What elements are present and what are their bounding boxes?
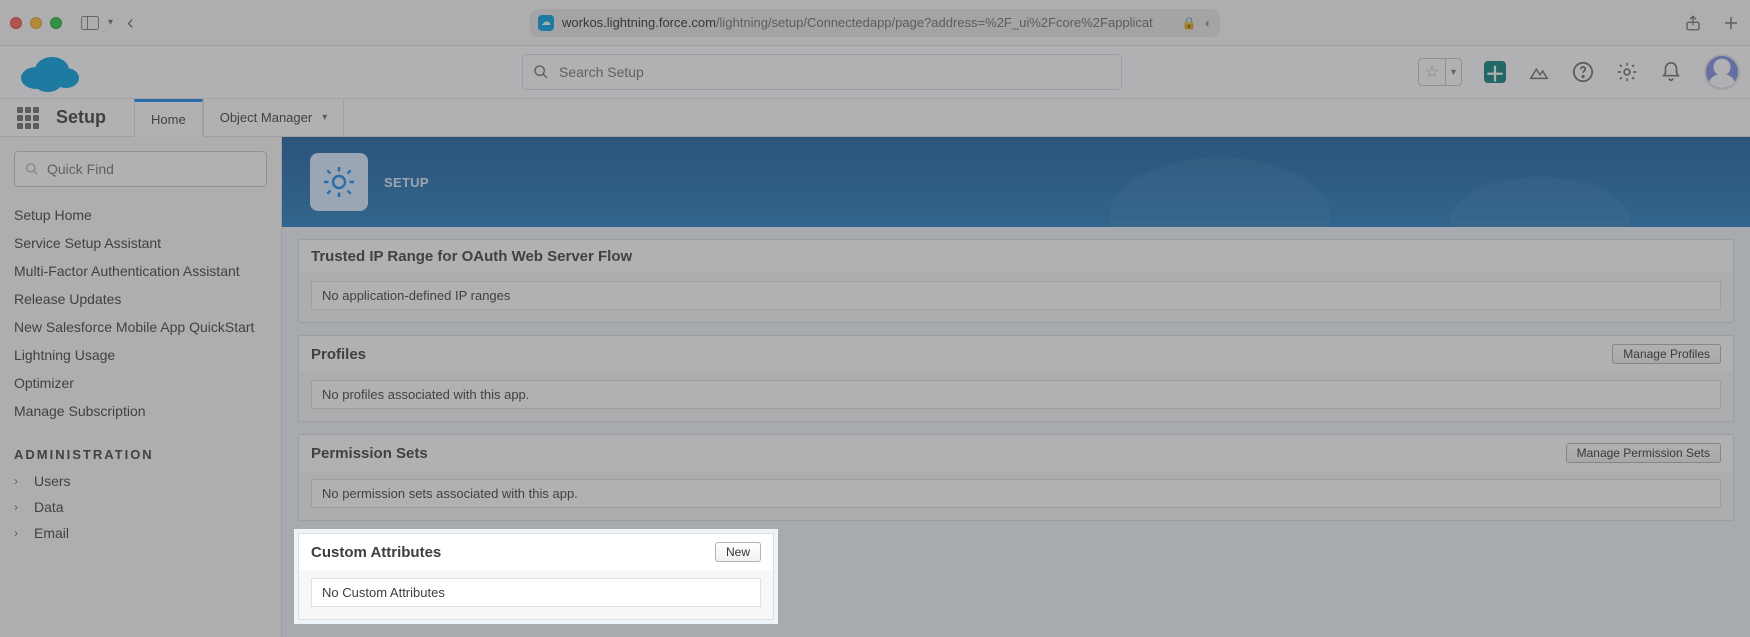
new-custom-attribute-button[interactable]: New <box>715 542 761 562</box>
sidebar-link-manage-subscription[interactable]: Manage Subscription <box>14 397 267 425</box>
page-header-banner: SETUP <box>282 137 1750 227</box>
notifications-bell-icon[interactable] <box>1660 61 1682 83</box>
nav-tab-object-manager[interactable]: Object Manager ▾ <box>203 99 345 136</box>
chevron-right-icon: › <box>14 500 30 514</box>
url-text: workos.lightning.force.com/lightning/set… <box>562 15 1174 30</box>
app-launcher-icon[interactable] <box>14 99 42 136</box>
sidebar-link-optimizer[interactable]: Optimizer <box>14 369 267 397</box>
help-icon[interactable] <box>1572 61 1594 83</box>
salesforce-trailhead-icon[interactable] <box>1528 61 1550 83</box>
search-icon <box>533 64 549 80</box>
close-window-button[interactable] <box>10 17 22 29</box>
section-trusted-ip: Trusted IP Range for OAuth Web Server Fl… <box>298 239 1734 323</box>
global-actions-button[interactable]: ＋ <box>1484 61 1506 83</box>
section-title: Permission Sets <box>311 445 428 462</box>
favorites-menu[interactable]: ☆ ▾ <box>1418 58 1462 86</box>
section-title: Custom Attributes <box>311 544 441 561</box>
sidebar-tree-users[interactable]: › Users <box>14 468 267 494</box>
quick-find[interactable] <box>14 151 267 187</box>
section-title: Profiles <box>311 346 366 363</box>
new-tab-icon[interactable] <box>1722 14 1740 32</box>
setup-gear-large-icon <box>310 153 368 211</box>
browser-toolbar: ▾ ‹ ☁ workos.lightning.force.com/lightni… <box>0 0 1750 46</box>
section-empty-state: No permission sets associated with this … <box>311 479 1721 508</box>
app-name: Setup <box>56 99 106 136</box>
salesforce-logo[interactable] <box>16 50 82 94</box>
chevron-down-icon: ▾ <box>322 112 327 123</box>
sidebar-tree-data[interactable]: › Data <box>14 494 267 520</box>
lock-icon: 🔒 <box>1182 16 1197 30</box>
minimize-window-button[interactable] <box>30 17 42 29</box>
section-permission-sets: Permission Sets Manage Permission Sets N… <box>298 434 1734 521</box>
manage-profiles-button[interactable]: Manage Profiles <box>1612 344 1721 364</box>
user-avatar[interactable] <box>1704 54 1740 90</box>
sidebar-link-mfa-assistant[interactable]: Multi-Factor Authentication Assistant <box>14 257 267 285</box>
sidebar-link-setup-home[interactable]: Setup Home <box>14 201 267 229</box>
url-bar[interactable]: ☁ workos.lightning.force.com/lightning/s… <box>530 9 1220 37</box>
maximize-window-button[interactable] <box>50 17 62 29</box>
sidebar-toggle-icon[interactable] <box>80 14 100 32</box>
sidebar-link-release-updates[interactable]: Release Updates <box>14 285 267 313</box>
manage-permission-sets-button[interactable]: Manage Permission Sets <box>1566 443 1721 463</box>
back-button[interactable]: ‹ <box>127 13 134 33</box>
global-search[interactable] <box>522 54 1122 90</box>
reader-icon[interactable]: ◐ <box>1205 16 1212 30</box>
quick-find-input[interactable] <box>47 161 256 177</box>
nav-tab-label: Home <box>151 112 186 127</box>
app-nav-bar: Setup Home Object Manager ▾ <box>0 99 1750 137</box>
sidebar-tree-email[interactable]: › Email <box>14 520 267 546</box>
setup-gear-icon[interactable] <box>1616 61 1638 83</box>
page-eyebrow: SETUP <box>384 175 429 190</box>
site-favicon-icon: ☁ <box>538 15 554 31</box>
share-icon[interactable] <box>1684 14 1702 32</box>
sidebar-link-lightning-usage[interactable]: Lightning Usage <box>14 341 267 369</box>
chevron-down-icon: ▾ <box>1445 59 1461 85</box>
section-title: Trusted IP Range for OAuth Web Server Fl… <box>311 248 632 265</box>
nav-tab-label: Object Manager <box>220 110 313 125</box>
global-search-input[interactable] <box>559 64 1111 80</box>
section-empty-state: No Custom Attributes <box>311 578 761 607</box>
nav-tab-home[interactable]: Home <box>134 99 203 137</box>
star-icon: ☆ <box>1419 62 1445 82</box>
section-profiles: Profiles Manage Profiles No profiles ass… <box>298 335 1734 422</box>
salesforce-global-header: ☆ ▾ ＋ <box>0 46 1750 99</box>
section-empty-state: No profiles associated with this app. <box>311 380 1721 409</box>
chevron-down-icon[interactable]: ▾ <box>108 17 113 28</box>
chevron-right-icon: › <box>14 474 30 488</box>
section-custom-attributes: Custom Attributes New No Custom Attribut… <box>298 533 774 620</box>
sidebar-link-mobile-quickstart[interactable]: New Salesforce Mobile App QuickStart <box>14 313 267 341</box>
chevron-right-icon: › <box>14 526 30 540</box>
window-controls <box>10 17 62 29</box>
sidebar-section-administration: ADMINISTRATION <box>14 447 267 462</box>
setup-sidebar: Setup Home Service Setup Assistant Multi… <box>0 137 282 637</box>
sidebar-link-service-setup-assistant[interactable]: Service Setup Assistant <box>14 229 267 257</box>
main-content: SETUP Trusted IP Range for OAuth Web Ser… <box>282 137 1750 637</box>
search-icon <box>25 162 39 176</box>
section-empty-state: No application-defined IP ranges <box>311 281 1721 310</box>
